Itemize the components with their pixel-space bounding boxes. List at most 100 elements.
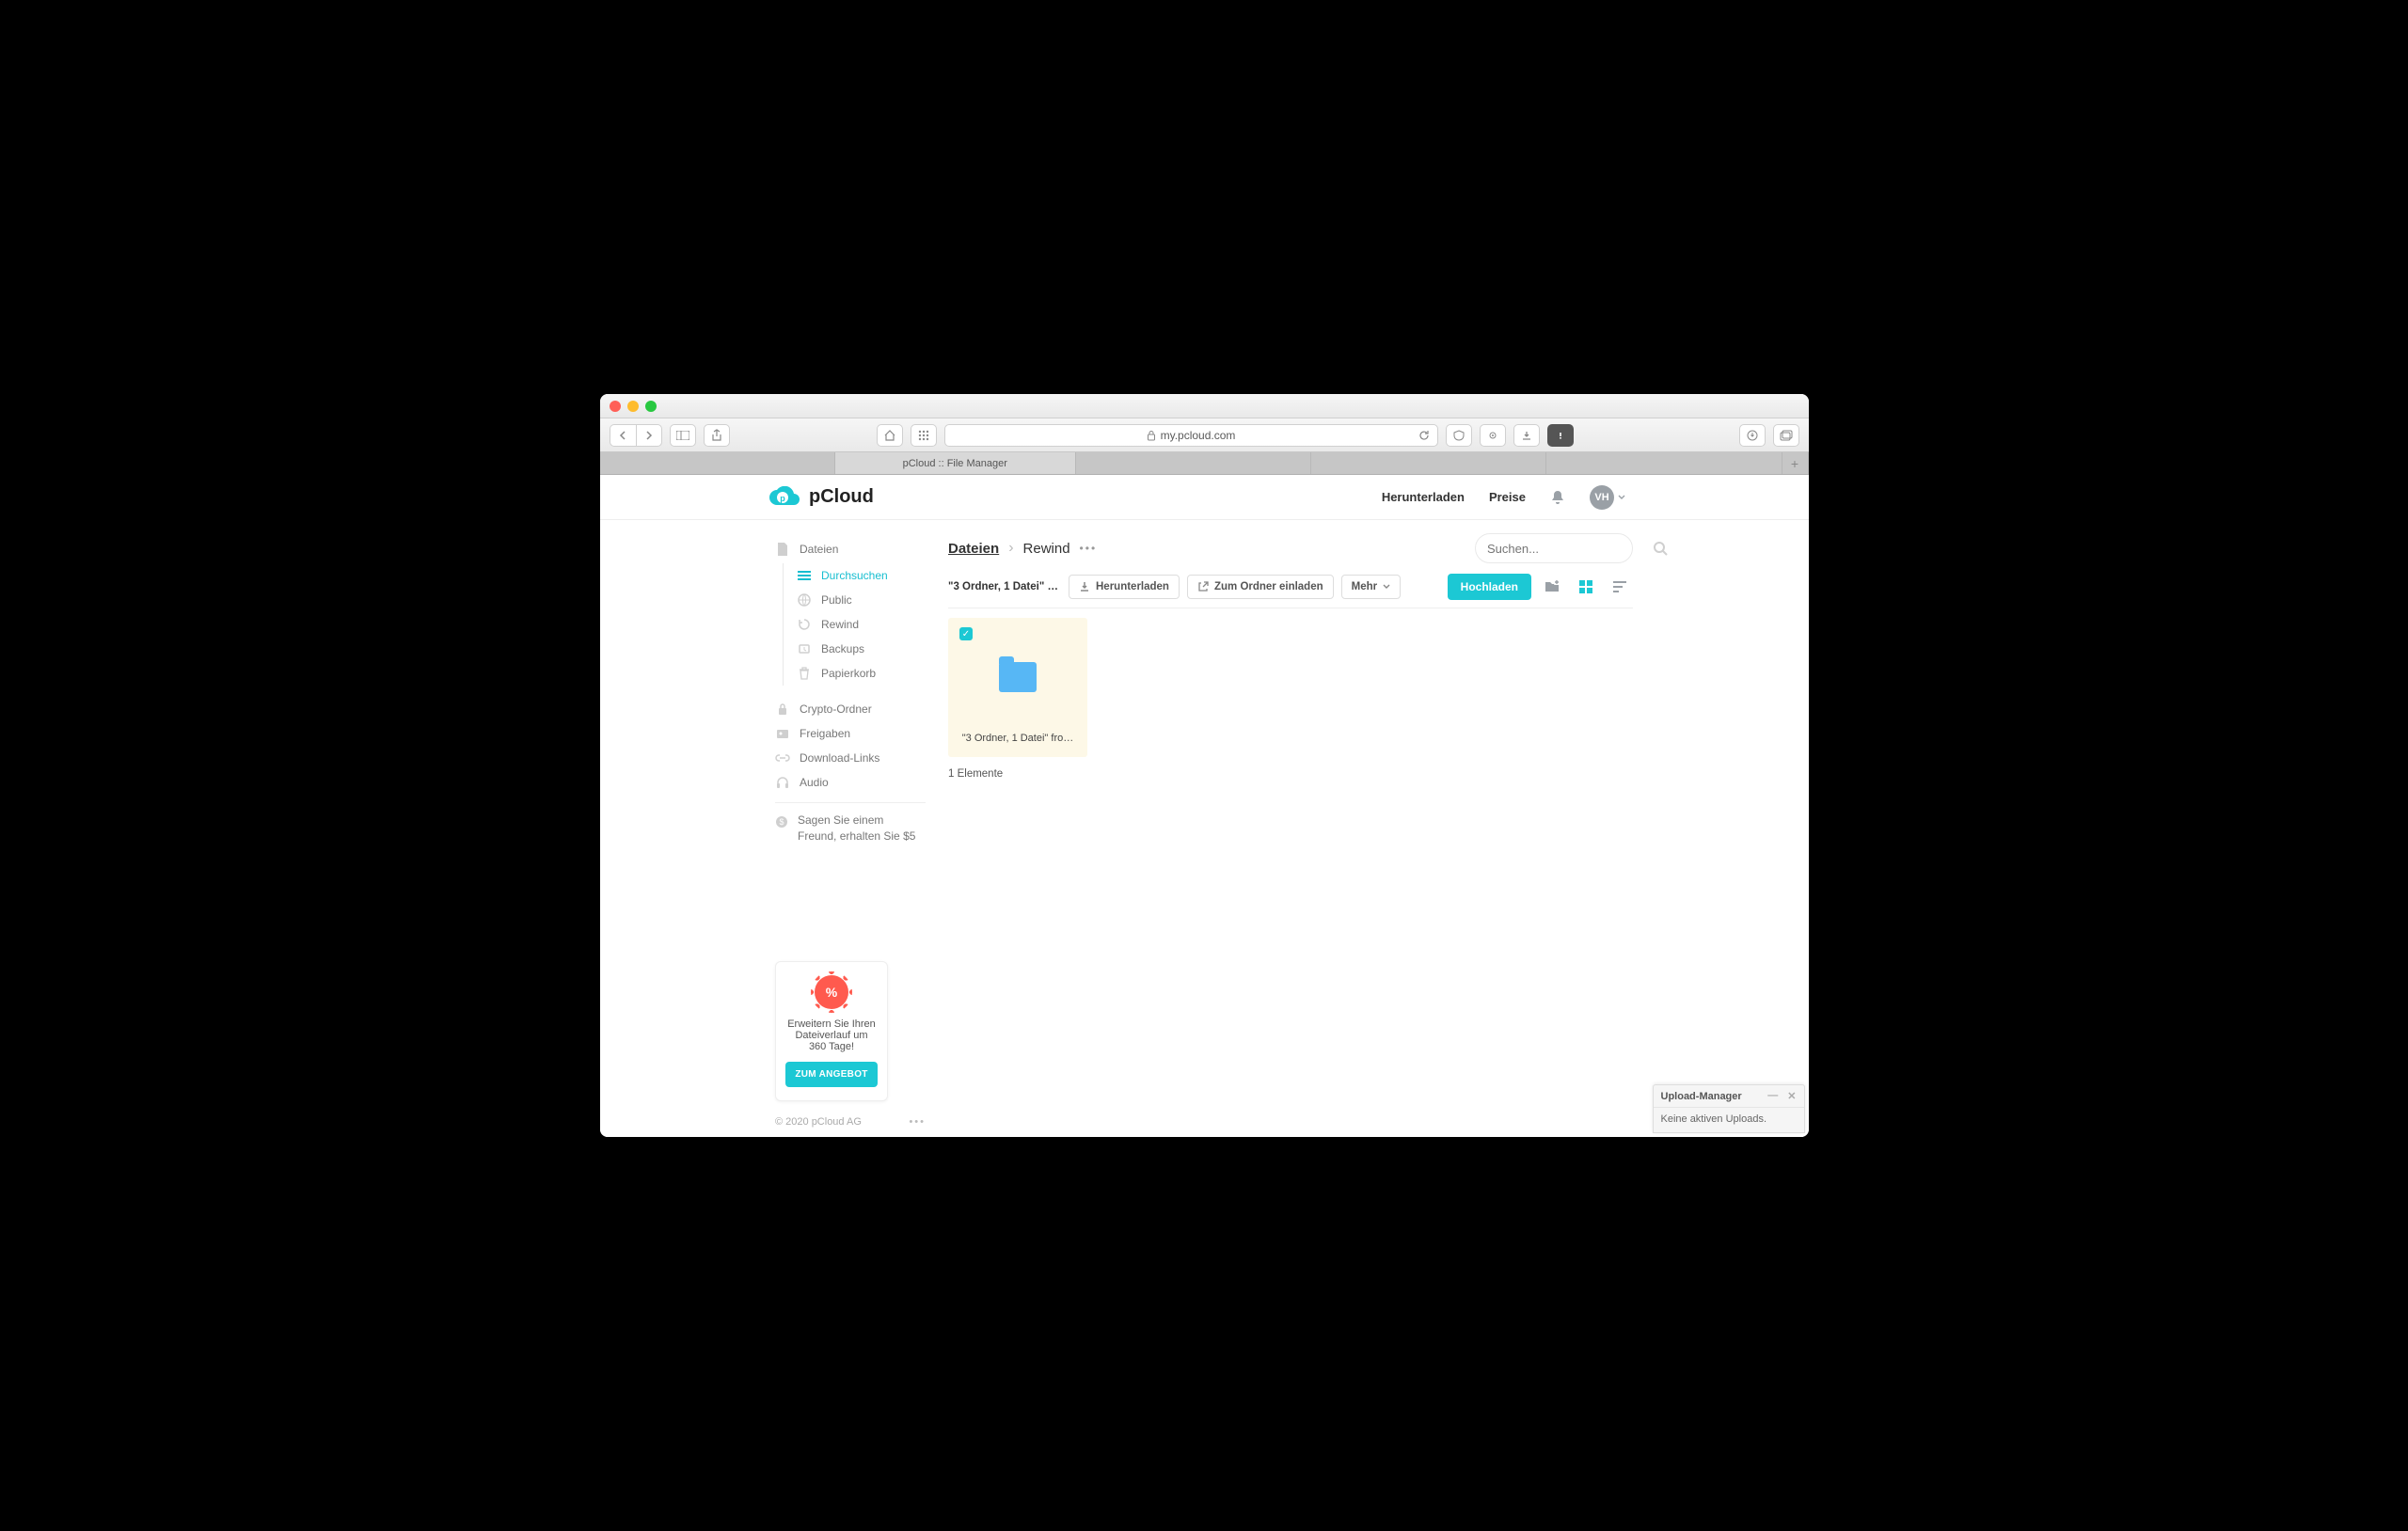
zoom-window-button[interactable] — [645, 401, 657, 412]
selected-checkbox[interactable]: ✓ — [959, 627, 973, 640]
headphones-icon — [775, 775, 790, 790]
shares-icon — [775, 726, 790, 741]
folder-tile[interactable]: ✓ "3 Ordner, 1 Datei" fro… — [948, 618, 1087, 757]
downloads-indicator-button[interactable] — [1739, 424, 1766, 447]
brand-name: pCloud — [809, 486, 874, 508]
back-button[interactable] — [610, 424, 636, 447]
grid-view-button[interactable] — [1573, 574, 1599, 600]
minimize-window-button[interactable] — [627, 401, 639, 412]
invite-to-folder-button[interactable]: Zum Ordner einladen — [1187, 575, 1334, 599]
reload-icon — [1418, 430, 1430, 441]
folder-icon — [999, 662, 1037, 692]
shield-icon — [1453, 430, 1465, 441]
button-label: Herunterladen — [1096, 581, 1169, 592]
privacy-report-button[interactable] — [1446, 424, 1472, 447]
upload-manager-panel: Upload-Manager — ✕ Keine aktiven Uploads… — [1653, 1084, 1805, 1133]
sidebar-item-shares[interactable]: Freigaben — [775, 721, 926, 746]
bell-icon — [1550, 489, 1565, 506]
search-box[interactable] — [1475, 533, 1633, 563]
download-button[interactable]: Herunterladen — [1069, 575, 1180, 599]
footer-menu-button[interactable]: ••• — [909, 1116, 926, 1128]
upload-manager-header[interactable]: Upload-Manager — ✕ — [1654, 1085, 1804, 1108]
chevron-right-icon: › — [1008, 540, 1013, 557]
chevron-down-icon — [1618, 495, 1625, 500]
backup-icon — [797, 641, 812, 656]
url-text: my.pcloud.com — [1161, 429, 1236, 442]
tab-title: pCloud :: File Manager — [903, 458, 1007, 469]
tab-spacer — [1076, 452, 1311, 474]
share-icon — [711, 429, 722, 442]
tabs-overview-button[interactable] — [1773, 424, 1799, 447]
promo-cta-button[interactable]: ZUM ANGEBOT — [785, 1062, 878, 1087]
sidebar-item-download-links[interactable]: Download-Links — [775, 746, 926, 770]
sidebar-item-files[interactable]: Dateien — [775, 537, 926, 561]
new-folder-icon — [1544, 579, 1560, 594]
download-icon — [1079, 581, 1090, 592]
promo-text: Erweitern Sie Ihren Dateiverlauf um 360 … — [785, 1018, 878, 1052]
app-page: p pCloud Herunterladen Preise VH — [600, 475, 1809, 1137]
home-icon — [883, 430, 896, 441]
lock-icon — [1147, 430, 1156, 441]
sidebar-item-backups[interactable]: Backups — [797, 637, 926, 661]
grid-view-icon — [1578, 579, 1593, 594]
reload-button[interactable] — [1418, 430, 1430, 441]
items-grid: ✓ "3 Ordner, 1 Datei" fro… — [948, 608, 1633, 757]
apps-button[interactable] — [911, 424, 937, 447]
search-input[interactable] — [1487, 542, 1653, 556]
breadcrumb-menu-button[interactable]: ••• — [1080, 542, 1098, 555]
gear-icon — [1487, 430, 1498, 441]
sidebar-item-referral[interactable]: $ Sagen Sie einem Freund, erhalten Sie $… — [775, 802, 926, 844]
notifications-button[interactable] — [1550, 489, 1565, 506]
brand-logo[interactable]: p pCloud — [768, 486, 874, 509]
close-upload-manager-button[interactable]: ✕ — [1787, 1090, 1796, 1102]
avatar: VH — [1590, 485, 1614, 510]
tab-spacer — [600, 452, 835, 474]
upload-manager-title: Upload-Manager — [1661, 1091, 1742, 1102]
rewind-icon — [797, 617, 812, 632]
breadcrumb-current[interactable]: Rewind — [1023, 541, 1070, 557]
address-bar[interactable]: my.pcloud.com — [944, 424, 1438, 447]
sidebar-item-label: Backups — [821, 642, 864, 655]
sort-icon — [1612, 580, 1627, 593]
downloads-button[interactable] — [1513, 424, 1540, 447]
discount-badge-icon: % — [815, 975, 848, 1009]
nav-pricing[interactable]: Preise — [1489, 490, 1526, 504]
lock-icon — [775, 702, 790, 717]
minimize-upload-manager-button[interactable]: — — [1767, 1090, 1778, 1102]
new-tab-button[interactable]: + — [1782, 452, 1809, 474]
browser-tab[interactable]: pCloud :: File Manager — [835, 452, 1076, 474]
sidebar-item-audio[interactable]: Audio — [775, 770, 926, 795]
sidebar-item-label: Download-Links — [800, 751, 879, 765]
traffic-lights — [610, 401, 657, 412]
extensions-1-button[interactable] — [1480, 424, 1506, 447]
safari-window: my.pcloud.com pCloud :: File Manager + p — [600, 394, 1809, 1137]
close-window-button[interactable] — [610, 401, 621, 412]
sidebar-toggle-button[interactable] — [670, 424, 696, 447]
footer: © 2020 pCloud AG ••• — [775, 1116, 926, 1137]
breadcrumb-root[interactable]: Dateien — [948, 541, 999, 557]
sidebar-icon — [676, 431, 689, 440]
window-titlebar — [600, 394, 1809, 418]
home-button[interactable] — [877, 424, 903, 447]
new-folder-button[interactable] — [1539, 574, 1565, 600]
sidebar-item-public[interactable]: Public — [797, 588, 926, 612]
sidebar-item-browse[interactable]: Durchsuchen — [797, 563, 926, 588]
extensions-2-button[interactable] — [1547, 424, 1574, 447]
button-label: Mehr — [1352, 581, 1377, 592]
more-actions-button[interactable]: Mehr — [1341, 575, 1401, 599]
sidebar-item-trash[interactable]: Papierkorb — [797, 661, 926, 686]
account-menu[interactable]: VH — [1590, 485, 1625, 510]
chevron-right-icon — [645, 431, 653, 440]
items-count: 1 Elemente — [948, 768, 1633, 780]
copyright-text: © 2020 pCloud AG — [775, 1116, 862, 1128]
upload-manager-status: Keine aktiven Uploads. — [1654, 1108, 1804, 1132]
forward-button[interactable] — [636, 424, 662, 447]
nav-download[interactable]: Herunterladen — [1382, 490, 1465, 504]
sidebar-item-rewind[interactable]: Rewind — [797, 612, 926, 637]
sidebar-item-crypto[interactable]: Crypto-Ordner — [775, 697, 926, 721]
share-button[interactable] — [704, 424, 730, 447]
download-icon — [1521, 430, 1532, 441]
sort-button[interactable] — [1607, 574, 1633, 600]
upload-button[interactable]: Hochladen — [1448, 574, 1531, 600]
sidebar-item-label: Public — [821, 593, 852, 607]
